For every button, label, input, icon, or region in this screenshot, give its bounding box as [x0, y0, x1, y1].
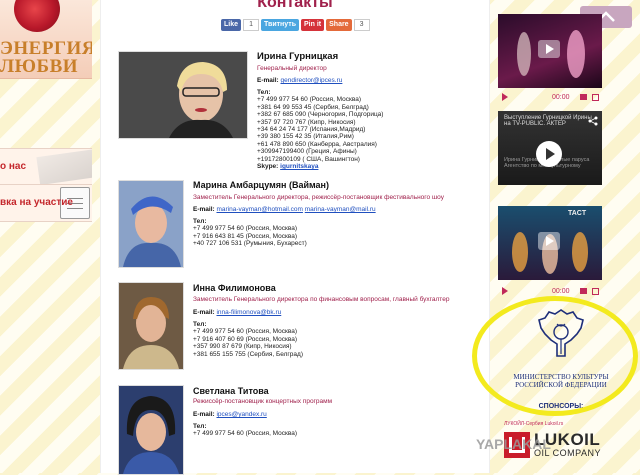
tel-label: Тел: — [257, 89, 271, 96]
phone-line: +309947199400 (Греция, Афины) — [257, 148, 357, 156]
menu-item-apply-label: вка на участие — [0, 197, 73, 208]
person-name: Ирина Гурницкая — [257, 51, 339, 62]
person-email: E-mail: gendirector@ipces.ru — [257, 77, 342, 84]
phone-line: +7 916 643 81 45 (Россия, Москва) — [193, 232, 298, 240]
video-controls: 00:00 — [498, 286, 602, 296]
email-link[interactable]: ipces@yandex.ru — [216, 411, 266, 418]
email-label: E-mail: — [193, 411, 215, 418]
phone-line: +19172800109 ( США, Вашингтон) — [257, 155, 360, 163]
main-content: Контакты Like 1 Твитнуть Pin it Share 3 … — [100, 0, 490, 475]
email-link[interactable]: marina-vayman@mail.ru — [305, 206, 376, 213]
share-icon[interactable] — [588, 116, 598, 126]
fullscreen-icon[interactable] — [592, 93, 599, 101]
phone-line: +7 499 977 54 60 (Россия, Москва) — [193, 430, 298, 438]
play-icon[interactable] — [536, 141, 562, 167]
person-role: Заместитель Генерального директора по фи… — [193, 296, 450, 303]
person-phones: Тел: +7 499 977 54 60 (Россия, Москва) — [193, 423, 297, 438]
email-link[interactable]: gendirector@ipces.ru — [280, 77, 342, 84]
tel-label: Тел: — [193, 321, 207, 328]
menu-item-about[interactable]: о нас — [0, 148, 92, 186]
video-embed[interactable]: Выступление Гурницкой Ирины на TV-PUBLIC… — [498, 111, 602, 185]
phone-line: +357 97 720 767 (Кипр, Никосия) — [257, 118, 356, 126]
volume-icon[interactable] — [580, 94, 587, 100]
share-count: 3 — [353, 19, 370, 31]
phone-line: +381 655 155 755 (Сербия, Белград) — [193, 350, 303, 358]
portrait-image — [119, 181, 183, 267]
play-icon[interactable] — [538, 232, 560, 250]
share-bar: Like 1 Твитнуть Pin it Share 3 — [221, 18, 370, 32]
phone-line: +7 916 407 60 69 (Россия, Москва) — [193, 335, 298, 343]
volume-icon[interactable] — [580, 288, 587, 294]
portrait-image — [119, 283, 183, 369]
phone-line: +39 380 155 42 35 (Италия,Рим) — [257, 133, 354, 141]
video-player[interactable] — [498, 14, 602, 88]
phone-line: +382 67 685 090 (Черногория, Подгорица) — [257, 111, 384, 119]
person-photo — [118, 385, 184, 475]
play-control-icon[interactable] — [502, 93, 508, 101]
skype-link[interactable]: igurnitskaya — [280, 163, 318, 170]
phone-line: +34 64 24 74 177 (Испания,Мадрид) — [257, 126, 366, 134]
person-phones: Тел: +7 499 977 54 60 (Россия, Москва) +… — [193, 321, 303, 358]
person-email: E-mail: marina-vayman@hotmail.com marina… — [193, 206, 376, 213]
person-phones: Тел: +7 499 977 54 60 (Россия, Москва) +… — [193, 218, 307, 248]
email-label: E-mail: — [193, 206, 215, 213]
left-column: ЭНЕРГИЯ ЛЮБВИ о нас вка на участие — [0, 0, 92, 473]
person-email: E-mail: inna-filimonova@bk.ru — [193, 309, 281, 316]
person-name: Марина Амбарцумян (Вайман) — [193, 180, 329, 190]
fullscreen-icon[interactable] — [592, 287, 599, 295]
play-icon[interactable] — [538, 40, 560, 58]
video-time: 00:00 — [552, 287, 570, 295]
email-label: E-mail: — [193, 309, 215, 316]
rose-icon — [14, 0, 60, 32]
person-name: Инна Филимонова — [193, 283, 276, 293]
page-title: Контакты — [257, 0, 333, 11]
person-name: Светлана Титова — [193, 386, 269, 396]
play-control-icon[interactable] — [502, 287, 508, 295]
email-label: E-mail: — [257, 77, 279, 84]
person-role: Режиссёр-постановщик концертных программ — [193, 398, 333, 405]
person-photo — [118, 51, 248, 139]
phone-line: +7 499 977 54 60 (Россия, Москва) — [257, 96, 362, 104]
email-link[interactable]: inna-filimonova@bk.ru — [216, 309, 281, 316]
video-controls: 00:00 — [498, 92, 602, 102]
skype-line: Skype: igurnitskaya — [257, 163, 383, 170]
tweet-button[interactable]: Твитнуть — [261, 19, 299, 31]
person-phones: Тел: +7 499 977 54 60 (Россия, Москва) +… — [257, 89, 383, 170]
newspaper-icon — [36, 149, 92, 185]
video-time: 00:00 — [552, 93, 570, 101]
video-player[interactable]: TACT — [498, 206, 602, 280]
watermark: YAPLAKAL — [476, 436, 551, 452]
sponsor-mini-links[interactable]: ЛУКОЙЛ-Сербия Lukoil.rs — [504, 421, 563, 427]
phone-line: +381 64 99 553 45 (Сербия, Белград) — [257, 103, 369, 111]
video-title: Выступление Гурницкой Ирины на TV-PUBLIC… — [504, 115, 592, 127]
email-link[interactable]: marina-vayman@hotmail.com — [216, 206, 302, 213]
site-logo[interactable]: ЭНЕРГИЯ ЛЮБВИ — [0, 0, 92, 79]
facebook-like-button[interactable]: Like — [221, 19, 242, 31]
person-email: E-mail: ipces@yandex.ru — [193, 411, 267, 418]
person-role: Заместитель Генерального директора, режи… — [193, 194, 444, 201]
phone-line: +7 499 977 54 60 (Россия, Москва) — [193, 328, 298, 336]
phone-line: +357 990 87 679 (Кипр, Никосия) — [193, 343, 292, 351]
portrait-image — [119, 386, 183, 474]
person-photo — [118, 180, 184, 268]
highlight-circle — [472, 296, 638, 416]
pinterest-button[interactable]: Pin it — [301, 19, 325, 31]
share-button[interactable]: Share — [326, 19, 352, 31]
phone-line: +61 478 890 650 (Канберра, Австралия) — [257, 140, 377, 148]
tel-label: Тел: — [193, 218, 207, 225]
phone-line: +40 727 106 531 (Румыния, Бухарест) — [193, 240, 307, 248]
person-role: Генеральный директор — [257, 65, 327, 72]
person-photo — [118, 282, 184, 370]
phone-line: +7 499 977 54 60 (Россия, Москва) — [193, 225, 298, 233]
logo-line-2: ЛЮБВИ — [0, 56, 79, 77]
portrait-image — [119, 52, 247, 138]
video-banner: TACT — [568, 210, 587, 217]
menu-item-apply[interactable]: вка на участие — [0, 184, 92, 222]
like-count: 1 — [243, 19, 260, 31]
menu-item-about-label: о нас — [0, 161, 27, 172]
tel-label: Тел: — [193, 423, 207, 430]
skype-label: Skype: — [257, 163, 279, 171]
